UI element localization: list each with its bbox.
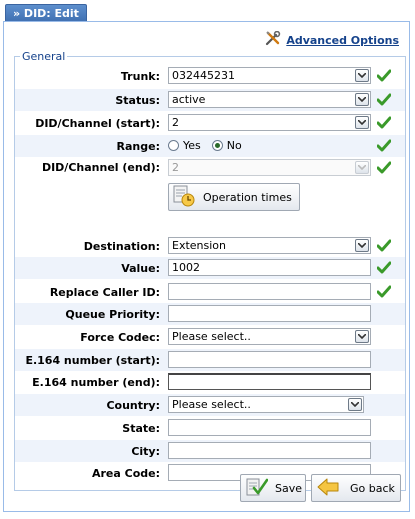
force-codec-select[interactable]: Please select.. bbox=[168, 328, 371, 345]
queue-priority-input[interactable] bbox=[168, 305, 371, 322]
trunk-row: Trunk: 032445231 bbox=[15, 65, 405, 87]
trunk-label: Trunk: bbox=[120, 69, 160, 83]
check-icon bbox=[377, 69, 391, 82]
country-row: Country: Please select.. bbox=[15, 394, 405, 416]
chevron-down-icon bbox=[355, 239, 369, 252]
range-yes-radio[interactable] bbox=[168, 140, 179, 151]
state-input[interactable] bbox=[168, 419, 371, 436]
tools-icon bbox=[265, 30, 282, 49]
e164-start-row: E.164 number (start): bbox=[15, 349, 405, 371]
chevron-down-icon bbox=[355, 161, 369, 174]
operation-times-label: Operation times bbox=[203, 190, 292, 204]
general-fieldset: General Trunk: 032445231 Status: active … bbox=[14, 50, 406, 491]
save-button[interactable]: Save bbox=[240, 474, 306, 502]
destination-row: Destination: Extension bbox=[15, 235, 405, 257]
queue-priority-row: Queue Priority: bbox=[15, 303, 405, 325]
e164-end-input[interactable] bbox=[168, 373, 371, 390]
did-start-row: DID/Channel (start): 2 bbox=[15, 112, 405, 134]
state-row: State: bbox=[15, 417, 405, 439]
trunk-select[interactable]: 032445231 bbox=[168, 67, 371, 84]
chevron-down-icon bbox=[355, 330, 369, 343]
clock-icon bbox=[173, 185, 195, 210]
chevron-down-icon bbox=[355, 116, 369, 129]
go-back-button[interactable]: Go back bbox=[311, 474, 401, 502]
e164-end-row: E.164 number (end): bbox=[15, 371, 405, 393]
fieldset-legend: General bbox=[20, 50, 68, 63]
destination-label: Destination: bbox=[83, 239, 160, 253]
check-icon bbox=[377, 139, 391, 152]
e164-start-label: E.164 number (start): bbox=[25, 353, 160, 367]
did-end-label: DID/Channel (end): bbox=[41, 161, 160, 174]
replace-caller-id-row: Replace Caller ID: bbox=[15, 281, 405, 303]
value-input[interactable]: 1002 bbox=[168, 259, 371, 276]
replace-caller-id-label: Replace Caller ID: bbox=[49, 285, 160, 299]
force-codec-row: Force Codec: Please select.. bbox=[15, 326, 405, 348]
destination-select[interactable]: Extension bbox=[168, 237, 371, 254]
did-end-select[interactable]: 2 bbox=[168, 159, 371, 176]
e164-start-input[interactable] bbox=[168, 351, 371, 368]
city-row: City: bbox=[15, 440, 405, 462]
did-start-select[interactable]: 2 bbox=[168, 114, 371, 131]
check-icon bbox=[377, 93, 391, 106]
window-tab-title: » DID: Edit bbox=[5, 4, 87, 22]
advanced-options-label: Advanced Options bbox=[286, 33, 399, 47]
range-no-label: No bbox=[226, 139, 242, 152]
state-label: State: bbox=[122, 421, 160, 435]
check-icon bbox=[377, 161, 391, 174]
range-options: Yes No bbox=[168, 139, 242, 152]
did-end-block: DID/Channel (end): 2 Operation times bbox=[15, 157, 405, 234]
replace-caller-id-input[interactable] bbox=[168, 283, 371, 300]
did-start-label: DID/Channel (start): bbox=[35, 116, 160, 130]
back-arrow-icon bbox=[316, 477, 340, 500]
area-code-label: Area Code: bbox=[91, 466, 160, 480]
status-select[interactable]: active bbox=[168, 91, 371, 108]
country-label: Country: bbox=[106, 398, 160, 412]
check-icon bbox=[377, 285, 391, 298]
range-no-radio[interactable] bbox=[211, 140, 223, 151]
value-label: Value: bbox=[121, 261, 160, 275]
chevron-down-icon bbox=[355, 69, 369, 82]
status-label: Status: bbox=[115, 93, 160, 107]
city-input[interactable] bbox=[168, 442, 371, 459]
force-codec-label: Force Codec: bbox=[80, 330, 160, 344]
save-label: Save bbox=[275, 481, 303, 495]
chevron-down-icon bbox=[348, 398, 362, 411]
edit-panel: Advanced Options General Trunk: 03244523… bbox=[3, 21, 410, 512]
range-row: Range: Yes No bbox=[15, 135, 405, 157]
city-label: City: bbox=[131, 444, 160, 458]
e164-end-label: E.164 number (end): bbox=[32, 375, 160, 389]
value-row: Value: 1002 bbox=[15, 257, 405, 279]
go-back-label: Go back bbox=[350, 481, 395, 495]
status-row: Status: active bbox=[15, 89, 405, 111]
advanced-options-link[interactable]: Advanced Options bbox=[265, 30, 399, 49]
operation-times-button[interactable]: Operation times bbox=[168, 183, 300, 211]
range-label: Range: bbox=[116, 139, 160, 153]
queue-priority-label: Queue Priority: bbox=[65, 307, 160, 321]
save-icon bbox=[246, 477, 269, 500]
check-icon bbox=[377, 261, 391, 274]
check-icon bbox=[377, 239, 391, 252]
chevron-down-icon bbox=[355, 93, 369, 106]
range-yes-label: Yes bbox=[183, 139, 201, 152]
check-icon bbox=[377, 116, 391, 129]
country-select[interactable]: Please select.. bbox=[168, 396, 364, 413]
